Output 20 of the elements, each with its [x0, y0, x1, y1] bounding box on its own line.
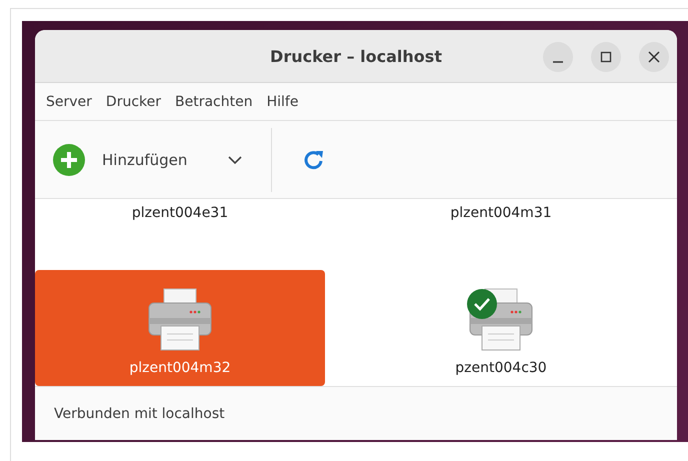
menu-item[interactable]: Hilfe: [260, 94, 306, 110]
maximize-button[interactable]: [591, 42, 621, 72]
minimize-button[interactable]: [543, 42, 573, 72]
printer-icon: [147, 288, 213, 352]
printer-item[interactable]: plzent004m31: [325, 199, 677, 235]
add-button[interactable]: Hinzufügen: [35, 130, 244, 190]
menu-item[interactable]: Betrachten: [168, 94, 260, 110]
menu-item[interactable]: Drucker: [98, 94, 168, 110]
menu-item[interactable]: Server: [39, 94, 99, 110]
close-button[interactable]: [639, 42, 669, 72]
check-badge-icon: [466, 288, 498, 320]
minimize-icon: [553, 60, 563, 62]
plus-icon: [52, 142, 86, 176]
printer-item[interactable]: pzent004c30: [325, 270, 677, 386]
window-title: Drucker – localhost: [270, 46, 442, 66]
close-icon: [648, 51, 660, 63]
printer-item[interactable]: plzent004m32: [35, 270, 325, 386]
printer-item[interactable]: plzent004e31: [35, 199, 325, 235]
caret-icon: [227, 154, 244, 164]
maximize-icon: [600, 51, 612, 63]
